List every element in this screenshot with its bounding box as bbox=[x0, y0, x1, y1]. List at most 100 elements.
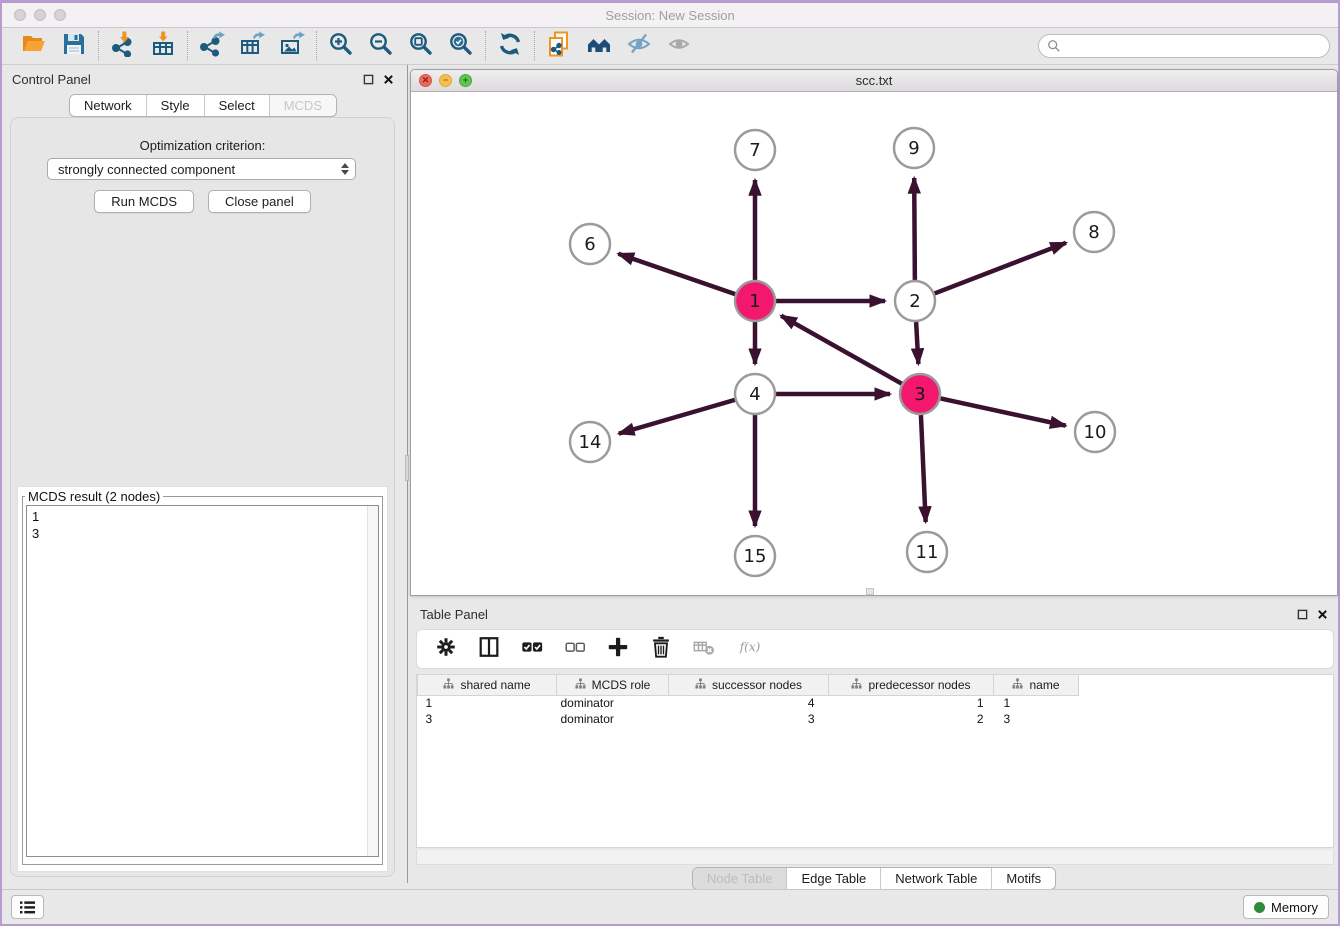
float-panel-icon[interactable] bbox=[363, 74, 374, 85]
tab-node-table[interactable]: Node Table bbox=[693, 868, 787, 889]
edge-1-6[interactable] bbox=[618, 254, 735, 294]
criterion-dropdown[interactable]: strongly connected component bbox=[47, 158, 356, 180]
control-panel: Control Panel NetworkStyleSelectMCDS Opt… bbox=[2, 65, 404, 883]
mcds-tab-content: Optimization criterion: strongly connect… bbox=[10, 117, 395, 877]
zoom-selected-button[interactable] bbox=[446, 31, 476, 61]
close-window-icon[interactable] bbox=[14, 9, 26, 21]
canvas-grip[interactable] bbox=[866, 588, 874, 595]
org-icon bbox=[1012, 678, 1023, 692]
tab-motifs[interactable]: Motifs bbox=[991, 868, 1055, 889]
first-neighbors-button[interactable] bbox=[584, 31, 614, 61]
zoom-out-icon bbox=[368, 31, 394, 62]
tab-network-table[interactable]: Network Table bbox=[880, 868, 991, 889]
search-box[interactable] bbox=[1038, 34, 1330, 58]
zoom-fit-icon bbox=[408, 31, 434, 62]
vertical-splitter[interactable] bbox=[405, 65, 409, 883]
window-title: Session: New Session bbox=[2, 8, 1338, 23]
toolbar-groups-container bbox=[10, 31, 703, 61]
close-panel-icon[interactable] bbox=[383, 74, 394, 85]
show-all-button[interactable] bbox=[664, 31, 694, 61]
table-hscrollbar[interactable] bbox=[416, 850, 1334, 865]
close-table-panel-icon[interactable] bbox=[1317, 609, 1328, 620]
save-button[interactable] bbox=[59, 31, 89, 61]
zoom-out-button[interactable] bbox=[366, 31, 396, 61]
select-all-button[interactable] bbox=[519, 636, 545, 662]
network-window-titlebar[interactable]: ✕ − + scc.txt bbox=[411, 70, 1337, 92]
trash-icon bbox=[649, 635, 673, 664]
export-image-button[interactable] bbox=[277, 31, 307, 61]
zoom-in-button[interactable] bbox=[326, 31, 356, 61]
maximize-network-icon[interactable]: + bbox=[459, 74, 472, 87]
column-header-name[interactable]: name bbox=[994, 675, 1079, 695]
node-label-7: 7 bbox=[749, 140, 760, 161]
tab-mcds[interactable]: MCDS bbox=[269, 95, 336, 116]
tab-network[interactable]: Network bbox=[70, 95, 146, 116]
deselect-all-button[interactable] bbox=[562, 636, 588, 662]
close-panel-button[interactable]: Close panel bbox=[208, 190, 311, 213]
open-folder-icon bbox=[21, 31, 47, 62]
edge-2-3[interactable] bbox=[916, 322, 918, 364]
node-label-14: 14 bbox=[579, 432, 602, 453]
memory-label: Memory bbox=[1271, 900, 1318, 915]
minimize-window-icon[interactable] bbox=[34, 9, 46, 21]
mcds-result-text[interactable]: 1 3 bbox=[26, 505, 379, 857]
columns-button[interactable] bbox=[476, 636, 502, 662]
run-mcds-button[interactable]: Run MCDS bbox=[94, 190, 194, 213]
tab-edge-table[interactable]: Edge Table bbox=[786, 868, 880, 889]
table-row[interactable]: 3dominator323 bbox=[418, 711, 1079, 727]
column-header-shared-name[interactable]: shared name bbox=[418, 675, 557, 695]
table-panel-title: Table Panel bbox=[420, 607, 488, 622]
save-icon bbox=[61, 31, 87, 62]
hide-selected-button[interactable] bbox=[624, 31, 654, 61]
refresh-button[interactable] bbox=[495, 31, 525, 61]
org-icon bbox=[851, 678, 862, 692]
search-input[interactable] bbox=[1066, 39, 1321, 54]
gear-button[interactable] bbox=[433, 636, 459, 662]
edge-2-9[interactable] bbox=[914, 178, 915, 280]
splitter-grip[interactable] bbox=[405, 455, 409, 481]
edge-3-10[interactable] bbox=[941, 398, 1066, 425]
export-network-button[interactable] bbox=[197, 31, 227, 61]
tab-style[interactable]: Style bbox=[146, 95, 204, 116]
memory-button[interactable]: Memory bbox=[1243, 895, 1329, 919]
close-network-icon[interactable]: ✕ bbox=[419, 74, 432, 87]
export-table-button[interactable] bbox=[237, 31, 267, 61]
mcds-result-panel: MCDS result (2 nodes) 1 3 bbox=[17, 486, 388, 872]
edge-4-14[interactable] bbox=[619, 400, 735, 434]
node-label-3: 3 bbox=[914, 384, 925, 405]
org-icon bbox=[443, 678, 454, 692]
import-network-button[interactable] bbox=[108, 31, 138, 61]
table-row[interactable]: 1dominator411 bbox=[418, 695, 1079, 711]
open-folder-button[interactable] bbox=[19, 31, 49, 61]
minimize-network-icon[interactable]: − bbox=[439, 74, 452, 87]
edge-2-8[interactable] bbox=[935, 243, 1066, 294]
delete-table-icon bbox=[692, 635, 716, 664]
edge-3-1[interactable] bbox=[781, 316, 902, 384]
clone-network-button[interactable] bbox=[544, 31, 574, 61]
trash-button[interactable] bbox=[648, 636, 674, 662]
add-button[interactable] bbox=[605, 636, 631, 662]
edge-3-11[interactable] bbox=[921, 415, 926, 522]
float-table-panel-icon[interactable] bbox=[1297, 609, 1308, 620]
node-table[interactable]: shared nameMCDS rolesuccessor nodesprede… bbox=[416, 674, 1334, 848]
export-network-icon bbox=[199, 31, 225, 62]
network-canvas[interactable]: 7968124314101511 bbox=[411, 92, 1337, 595]
tab-select[interactable]: Select bbox=[204, 95, 269, 116]
node-label-4: 4 bbox=[749, 384, 760, 405]
list-icon bbox=[19, 900, 36, 915]
refresh-icon bbox=[497, 31, 523, 62]
zoom-window-icon[interactable] bbox=[54, 9, 66, 21]
control-panel-title: Control Panel bbox=[12, 72, 91, 87]
zoom-fit-button[interactable] bbox=[406, 31, 436, 61]
table-panel: Table Panel f(x) shared nameMCDS rolesuc… bbox=[410, 600, 1338, 892]
network-window-title: scc.txt bbox=[411, 73, 1337, 88]
result-scrollbar[interactable] bbox=[367, 506, 378, 856]
node-label-6: 6 bbox=[584, 234, 595, 255]
column-header-successor-nodes[interactable]: successor nodes bbox=[669, 675, 829, 695]
task-history-button[interactable] bbox=[11, 895, 44, 919]
column-header-predecessor-nodes[interactable]: predecessor nodes bbox=[829, 675, 994, 695]
import-table-icon bbox=[150, 31, 176, 62]
table-tabs: Node TableEdge TableNetwork TableMotifs bbox=[692, 867, 1056, 890]
column-header-MCDS-role[interactable]: MCDS role bbox=[557, 675, 669, 695]
import-table-button[interactable] bbox=[148, 31, 178, 61]
